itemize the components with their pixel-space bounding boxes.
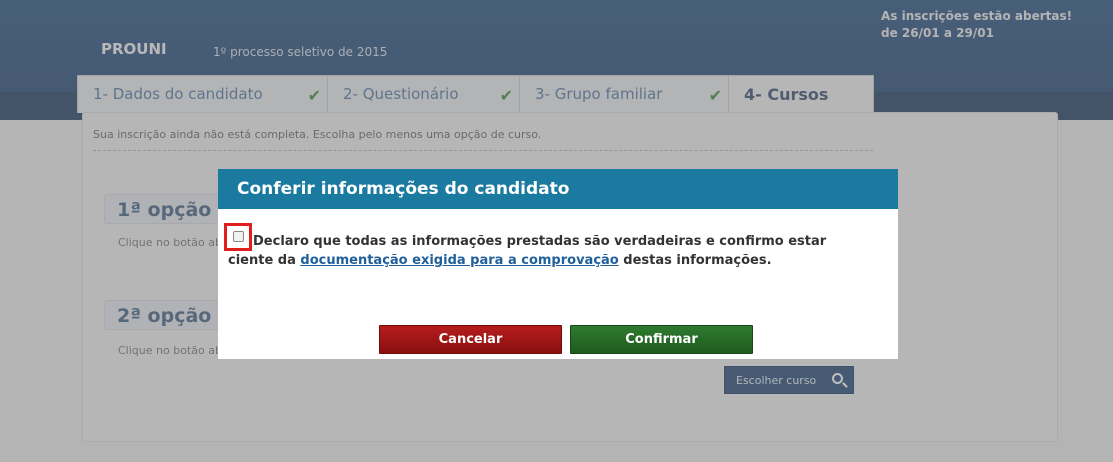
cancel-button[interactable]: Cancelar — [379, 325, 562, 354]
dialog-body: Declaro que todas as informações prestad… — [218, 209, 898, 359]
declaration-part-2: destas informações. — [618, 253, 772, 268]
declaration-text: Declaro que todas as informações prestad… — [228, 232, 868, 270]
confirm-info-dialog: Conferir informações do candidato Declar… — [218, 169, 898, 359]
dialog-title: Conferir informações do candidato — [218, 169, 898, 209]
documentation-link[interactable]: documentação exigida para a comprovação — [300, 253, 618, 268]
confirm-button[interactable]: Confirmar — [570, 325, 753, 354]
